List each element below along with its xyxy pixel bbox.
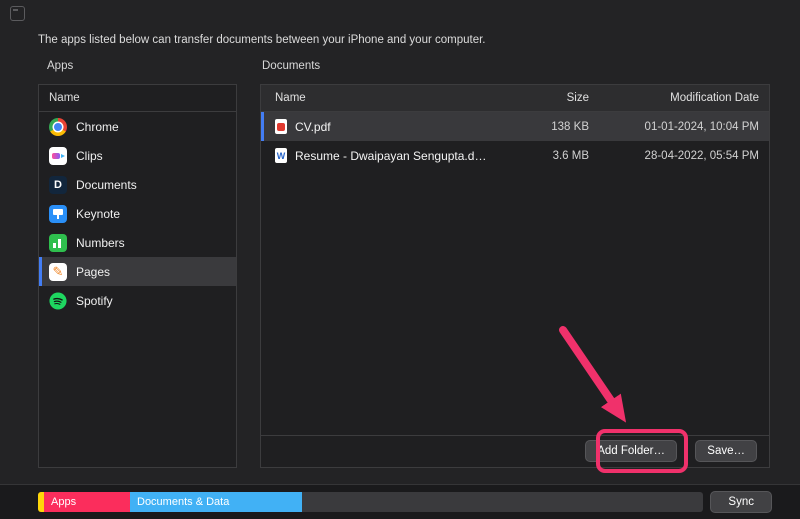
capacity-segment-label: Apps (44, 496, 76, 508)
numbers-app-icon (49, 234, 67, 252)
app-name: Spotify (76, 294, 113, 308)
app-row-chrome[interactable]: Chrome (39, 112, 236, 141)
documents-table: Name Size Modification Date CV.pdf 138 K… (260, 84, 770, 468)
capacity-segment-documents-data: Documents & Data (130, 492, 302, 512)
app-row-keynote[interactable]: Keynote (39, 199, 236, 228)
capacity-segment-label: Documents & Data (130, 496, 229, 508)
capacity-segment-apps: Apps (44, 492, 130, 512)
app-name: Keynote (76, 207, 120, 221)
column-header-modification-date[interactable]: Modification Date (589, 92, 769, 104)
app-name: Documents (76, 178, 137, 192)
pages-app-icon (49, 263, 67, 281)
app-name: Chrome (76, 120, 119, 134)
pdf-file-icon (275, 119, 287, 134)
document-modified: 28-04-2022, 05:54 PM (589, 150, 769, 162)
app-row-numbers[interactable]: Numbers (39, 228, 236, 257)
document-size: 3.6 MB (489, 150, 589, 162)
column-header-size[interactable]: Size (489, 92, 589, 104)
apps-column-header-name: Name (39, 85, 236, 112)
document-row-resume-docx[interactable]: Resume - Dwaipayan Sengupta.docx 3.6 MB … (261, 141, 769, 170)
apps-section-title: Apps (47, 60, 73, 72)
chrome-app-icon (49, 118, 67, 136)
save-button[interactable]: Save… (695, 440, 757, 462)
sync-button[interactable]: Sync (710, 491, 772, 513)
documents-footer: Add Folder… Save… (261, 435, 769, 467)
app-row-spotify[interactable]: Spotify (39, 286, 236, 315)
app-row-clips[interactable]: Clips (39, 141, 236, 170)
footer-bar: Apps Documents & Data Sync (0, 484, 800, 519)
keynote-app-icon (49, 205, 67, 223)
file-sharing-description: The apps listed below can transfer docum… (38, 34, 485, 46)
app-row-pages[interactable]: Pages (39, 257, 236, 286)
app-row-documents[interactable]: Documents (39, 170, 236, 199)
app-name: Pages (76, 265, 110, 279)
app-name: Clips (76, 149, 103, 163)
document-row-cv-pdf[interactable]: CV.pdf 138 KB 01-01-2024, 10:04 PM (261, 112, 769, 141)
apps-list: Name Chrome Clips Documents Keynote Numb… (38, 84, 237, 468)
window-proxy-icon (10, 6, 25, 21)
document-size: 138 KB (489, 121, 589, 133)
documents-section-title: Documents (262, 60, 320, 72)
document-name: CV.pdf (295, 120, 331, 134)
storage-capacity-bar: Apps Documents & Data (38, 492, 703, 512)
app-name: Numbers (76, 236, 125, 250)
column-header-name[interactable]: Name (261, 92, 489, 104)
documents-table-header: Name Size Modification Date (261, 85, 769, 112)
document-modified: 01-01-2024, 10:04 PM (589, 121, 769, 133)
spotify-app-icon (49, 292, 67, 310)
documents-app-icon (49, 176, 67, 194)
document-name: Resume - Dwaipayan Sengupta.docx (295, 149, 489, 163)
docx-file-icon (275, 148, 287, 163)
add-folder-button[interactable]: Add Folder… (585, 440, 677, 462)
clips-app-icon (49, 147, 67, 165)
